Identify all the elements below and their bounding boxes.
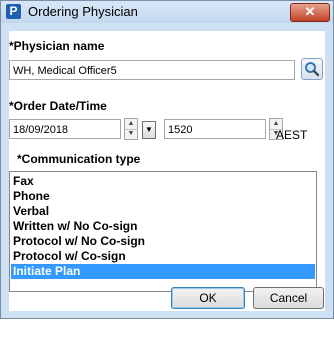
chevron-down-icon: ▼ bbox=[145, 125, 153, 134]
list-item[interactable]: Protocol w/ Co-sign bbox=[11, 249, 315, 264]
physician-name-label: *Physician name bbox=[9, 39, 105, 53]
cancel-button[interactable]: Cancel bbox=[253, 287, 324, 309]
magnifier-icon bbox=[305, 62, 320, 77]
list-item[interactable]: Written w/ No Co-sign bbox=[11, 219, 315, 234]
timezone-label: AEST bbox=[276, 128, 308, 142]
list-item[interactable]: Verbal bbox=[11, 204, 315, 219]
list-item[interactable]: Phone bbox=[11, 189, 315, 204]
list-item[interactable]: Protocol w/ No Co-sign bbox=[11, 234, 315, 249]
list-item-selected[interactable]: Initiate Plan bbox=[11, 264, 315, 279]
physician-name-field[interactable]: WH, Medical Officer5 bbox=[9, 60, 295, 80]
ok-button[interactable]: OK bbox=[171, 287, 245, 309]
ordering-physician-dialog: P Ordering Physician ✕ *Physician name W… bbox=[0, 0, 334, 319]
date-dropdown-button[interactable]: ▼ bbox=[142, 121, 156, 139]
order-date-field[interactable]: 18/09/2018 bbox=[9, 119, 121, 139]
physician-search-button[interactable] bbox=[301, 58, 323, 80]
list-item[interactable]: Fax bbox=[11, 174, 315, 189]
communication-type-list[interactable]: Fax Phone Verbal Written w/ No Co-sign P… bbox=[9, 171, 317, 292]
order-datetime-label: *Order Date/Time bbox=[9, 99, 107, 113]
close-button[interactable]: ✕ bbox=[290, 3, 330, 22]
dialog-title: Ordering Physician bbox=[28, 4, 138, 19]
order-time-field[interactable]: 1520 bbox=[164, 119, 266, 139]
app-logo-icon: P bbox=[6, 4, 21, 19]
communication-type-label: *Communication type bbox=[17, 152, 141, 166]
date-spinner[interactable]: ▲ ▼ bbox=[124, 118, 138, 140]
title-bar[interactable]: P Ordering Physician ✕ bbox=[1, 1, 333, 23]
spin-down-icon[interactable]: ▼ bbox=[125, 129, 137, 139]
